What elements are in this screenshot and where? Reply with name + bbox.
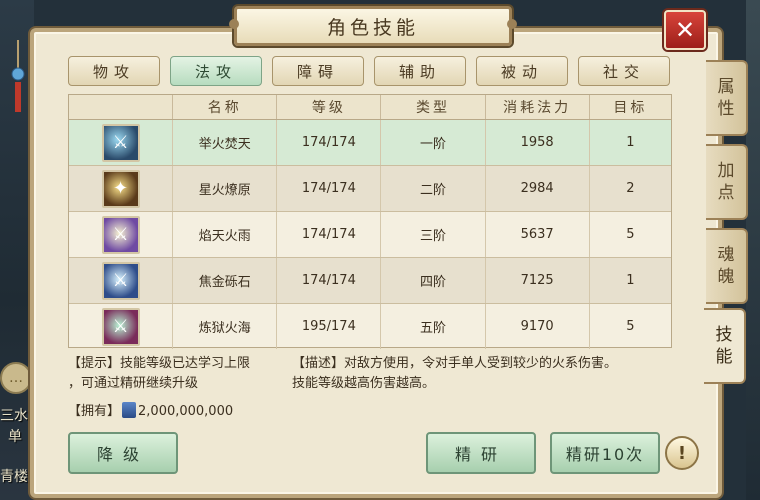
skill-name: 举火焚天 — [173, 120, 278, 165]
side-tab-label: 技 能 — [715, 325, 733, 367]
tip-line-1: 【提示】技能等级已达学习上限 — [68, 356, 251, 371]
skill-level: 174/174 — [277, 120, 382, 165]
table-row[interactable]: ⚔ 焦金砾石 174/174 四阶 7125 1 — [69, 258, 671, 304]
skill-target: 1 — [626, 135, 635, 150]
game-background-right — [746, 0, 760, 500]
close-button[interactable]: ✕ — [664, 10, 706, 50]
skill-cost: 1958 — [486, 120, 590, 165]
skill-type: 五阶 — [381, 304, 486, 349]
skill-cost: 7125 — [486, 258, 590, 303]
skill-target: 1 — [626, 273, 635, 288]
skill-name: 星火燎原 — [173, 166, 278, 211]
window-title: 角色技能 — [229, 6, 517, 46]
skill-cost: 5637 — [486, 212, 590, 257]
skill-name: 焦金砾石 — [173, 258, 278, 303]
table-row[interactable]: ⚔ 举火焚天 174/174 一阶 1958 1 — [69, 120, 671, 166]
skill-level: 174/174 — [277, 212, 382, 257]
skills-table: 名称 等级 类型 消耗法力 目标 ⚔ 举火焚天 174/174 一阶 1958 … — [68, 94, 672, 349]
table-row[interactable]: ⚔ 焰天火雨 174/174 三阶 5637 5 — [69, 212, 671, 258]
owned-amount: 2,000,000,000 — [138, 404, 234, 419]
tab-support[interactable]: 辅助 — [374, 56, 466, 86]
skill-cost: 2984 — [486, 166, 590, 211]
skill-name: 炼狱火海 — [173, 304, 278, 349]
header-name: 名称 — [173, 95, 278, 119]
table-row[interactable]: ⚔ 炼狱火海 195/174 五阶 9170 5 — [69, 304, 671, 349]
skill-book-icon — [122, 402, 137, 418]
table-header: 名称 等级 类型 消耗法力 目标 — [69, 95, 671, 120]
chat-bubble-icon[interactable]: … — [0, 362, 32, 394]
hell-fire-icon: ⚔ — [101, 307, 140, 346]
tab-obstruct[interactable]: 障碍 — [272, 56, 364, 86]
description-text: 【描述】对敌方使用，令对手单人受到较少的火系伤害。 技能等级越高伤害越高。 — [292, 354, 672, 394]
table-row[interactable]: ✦ 星火燎原 174/174 二阶 2984 2 — [69, 166, 671, 212]
flame-rain-icon: ⚔ — [101, 215, 140, 254]
hanging-ornament-icon — [11, 40, 25, 112]
description-line-1: 【描述】对敌方使用，令对手单人受到较少的火系伤害。 — [292, 356, 618, 371]
side-tab-attributes[interactable]: 属 性 — [706, 60, 748, 136]
side-tab-label: 属 性 — [717, 77, 735, 119]
skill-target: 5 — [626, 319, 635, 334]
skill-cost: 9170 — [486, 304, 590, 349]
description-line-2: 技能等级越高伤害越高。 — [292, 376, 436, 391]
skill-name: 焰天火雨 — [173, 212, 278, 257]
side-tab-soul[interactable]: 魂 魄 — [706, 228, 748, 304]
side-tab-label: 魂 魄 — [717, 245, 735, 287]
skill-level: 174/174 — [277, 166, 382, 211]
skill-type: 一阶 — [381, 120, 486, 165]
bg-text-2: 单 — [8, 429, 22, 445]
downgrade-button[interactable]: 降级 — [68, 432, 178, 474]
info-alert-icon[interactable]: ! — [665, 436, 699, 470]
tip-text: 【提示】技能等级已达学习上限 ，可通过精研继续升级 — [68, 354, 290, 394]
header-level: 等级 — [277, 95, 382, 119]
side-tab-label: 加 点 — [717, 161, 735, 203]
tab-passive[interactable]: 被动 — [476, 56, 568, 86]
header-icon — [69, 95, 174, 119]
owned-currency: 【拥有】 2,000,000,000 — [68, 402, 233, 422]
refine-button[interactable]: 精研 — [426, 432, 536, 474]
owned-label: 【拥有】 — [68, 404, 121, 419]
skill-type: 二阶 — [381, 166, 486, 211]
tip-line-2: ，可通过精研继续升级 — [68, 376, 199, 391]
skill-level: 174/174 — [277, 258, 382, 303]
header-mana-cost: 消耗法力 — [486, 95, 590, 119]
bg-text-3: 青楼 — [0, 469, 28, 485]
close-icon: ✕ — [674, 16, 696, 44]
header-type: 类型 — [381, 95, 486, 119]
skill-level: 195/174 — [277, 304, 382, 349]
side-tab-points[interactable]: 加 点 — [706, 144, 748, 220]
tab-physical-attack[interactable]: 物攻 — [68, 56, 160, 86]
bg-text-1: 三水 — [0, 408, 28, 424]
fire-sword-icon: ⚔ — [101, 123, 140, 162]
skill-type: 三阶 — [381, 212, 486, 257]
skill-target: 2 — [626, 181, 635, 196]
tab-magic-attack[interactable]: 法攻 — [170, 56, 262, 86]
star-fire-icon: ✦ — [101, 169, 140, 208]
gold-stone-icon: ⚔ — [101, 261, 140, 300]
refine-10-button[interactable]: 精研10次 — [550, 432, 660, 474]
skill-type: 四阶 — [381, 258, 486, 303]
skill-target: 5 — [626, 227, 635, 242]
side-tab-skills[interactable]: 技 能 — [704, 308, 746, 384]
tab-social[interactable]: 社交 — [578, 56, 670, 86]
header-target: 目标 — [613, 100, 648, 116]
